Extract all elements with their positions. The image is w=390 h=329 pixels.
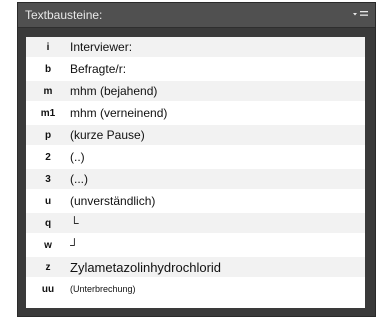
list-item[interactable]: p (kurze Pause) bbox=[26, 125, 365, 145]
panel-titlebar: Textbausteine: bbox=[18, 3, 375, 28]
list-item[interactable]: 3 (...) bbox=[26, 169, 365, 189]
list-item[interactable]: u (unverständlich) bbox=[26, 191, 365, 211]
shortcut-key: z bbox=[45, 261, 51, 273]
shortcut-key: 2 bbox=[45, 151, 51, 163]
list-item[interactable]: m1 mhm (verneinend) bbox=[26, 103, 365, 123]
textbaustein-list: i Interviewer: b Befragte/r: m mhm (beja… bbox=[26, 37, 365, 308]
shortcut-key: p bbox=[44, 129, 52, 141]
shortcut-key: 3 bbox=[45, 173, 51, 185]
shortcut-key: i bbox=[46, 41, 50, 53]
list-item[interactable]: uu (Unterbrechung) bbox=[26, 279, 365, 299]
textbausteine-panel: Textbausteine: i Interviewer: b Befragte… bbox=[17, 2, 376, 317]
panel-title: Textbausteine: bbox=[25, 8, 103, 22]
list-item[interactable]: b Befragte/r: bbox=[26, 59, 365, 79]
snippet-text: ┘ bbox=[70, 238, 79, 252]
shortcut-key: m1 bbox=[40, 107, 56, 119]
list-item[interactable]: 2 (..) bbox=[26, 147, 365, 167]
snippet-text: (...) bbox=[70, 172, 88, 186]
list-item[interactable]: z Zylametazolinhydrochlorid bbox=[26, 257, 365, 277]
shortcut-key: m bbox=[43, 85, 53, 97]
snippet-text: mhm (verneinend) bbox=[70, 106, 168, 120]
snippet-text: (kurze Pause) bbox=[70, 128, 145, 142]
snippet-text: Zylametazolinhydrochlorid bbox=[70, 259, 222, 275]
list-item[interactable]: i Interviewer: bbox=[26, 37, 365, 57]
snippet-text: mhm (bejahend) bbox=[70, 84, 158, 98]
shortcut-key: q bbox=[44, 217, 52, 229]
snippet-text: └ bbox=[70, 216, 79, 230]
list-item[interactable]: w ┘ bbox=[26, 235, 365, 255]
shortcut-key: u bbox=[44, 195, 52, 207]
snippet-text: Interviewer: bbox=[70, 40, 133, 54]
list-item[interactable]: m mhm (bejahend) bbox=[26, 81, 365, 101]
snippet-text: Befragte/r: bbox=[70, 62, 127, 76]
panel-menu-icon[interactable] bbox=[353, 9, 369, 21]
shortcut-key: w bbox=[44, 239, 52, 251]
snippet-text: (..) bbox=[70, 150, 85, 164]
snippet-text: (unverständlich) bbox=[70, 194, 156, 208]
list-item[interactable]: q └ bbox=[26, 213, 365, 233]
shortcut-key: uu bbox=[41, 283, 55, 295]
shortcut-key: b bbox=[44, 63, 52, 75]
snippet-text: (Unterbrechung) bbox=[70, 284, 136, 294]
